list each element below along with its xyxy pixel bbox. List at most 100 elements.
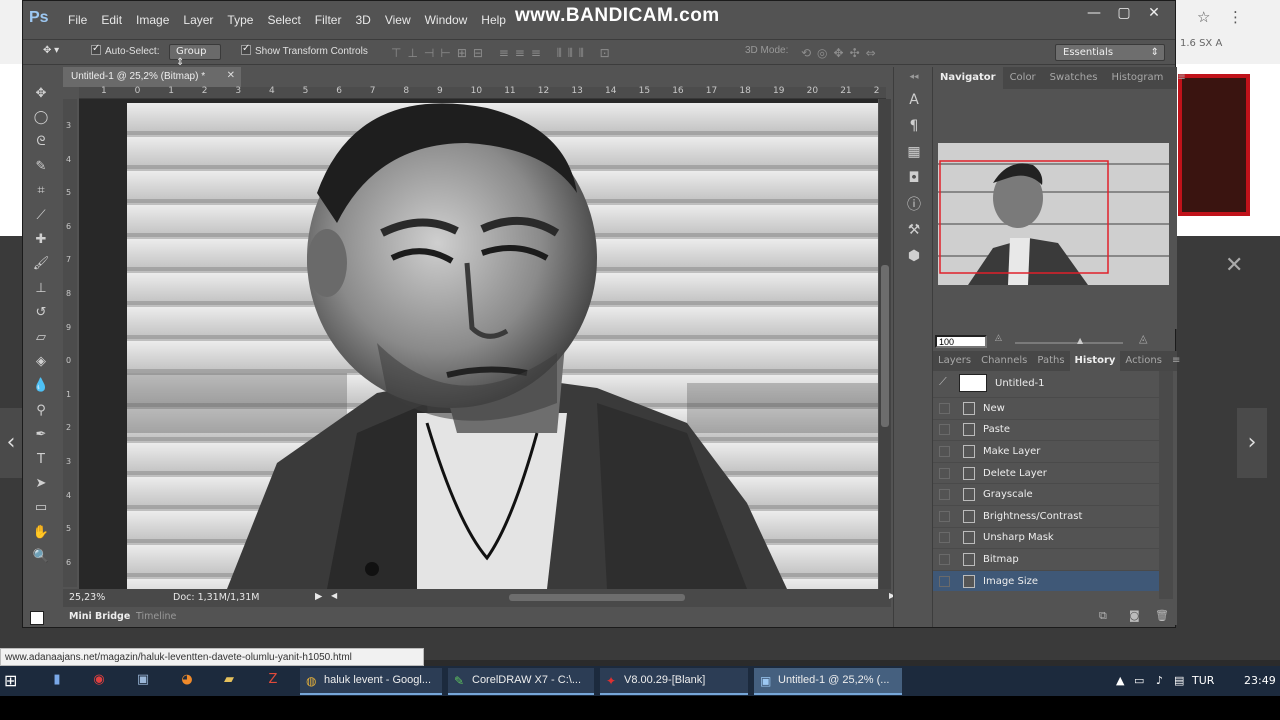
move-tool-preset-icon[interactable]: ✥ ▾	[43, 45, 59, 56]
document-photo[interactable]	[127, 103, 878, 589]
eraser-tool-icon[interactable]: ▱	[26, 325, 56, 349]
brush-tool-icon[interactable]: 🖌	[26, 252, 56, 276]
minimize-icon[interactable]: —	[1079, 5, 1109, 21]
taskbar-photoshop-window[interactable]: ▣ Untitled-1 @ 25,2% (...	[754, 668, 902, 695]
brush-presets-icon[interactable]: ▦	[894, 139, 934, 165]
status-menu-arrow-icon[interactable]: ▶	[315, 591, 322, 602]
folder-icon[interactable]: ▰	[220, 672, 238, 690]
scrollbar-thumb[interactable]	[881, 265, 889, 427]
tab-navigator[interactable]: Navigator	[933, 67, 1003, 89]
clock[interactable]: 23:49	[1244, 674, 1276, 687]
tab-histogram[interactable]: Histogram	[1104, 67, 1170, 89]
tab-layers[interactable]: Layers	[933, 351, 976, 371]
horizontal-scrollbar-thumb[interactable]	[509, 594, 685, 601]
tab-channels[interactable]: Channels	[976, 351, 1032, 371]
close-document-icon[interactable]: ✕	[227, 70, 235, 81]
language-indicator[interactable]: TUR	[1192, 674, 1214, 687]
menu-file[interactable]: File	[68, 13, 87, 27]
close-icon[interactable]: ✕	[1139, 5, 1169, 21]
history-state[interactable]: New	[933, 397, 1159, 419]
eyedropper-tool-icon[interactable]: ⟋	[26, 203, 56, 227]
foreground-color-swatch[interactable]	[30, 611, 44, 625]
menu-layer[interactable]: Layer	[183, 13, 213, 27]
path-selection-tool-icon[interactable]: ➤	[26, 471, 56, 495]
menu-image[interactable]: Image	[136, 13, 169, 27]
trash-icon[interactable]: 🗑	[1155, 609, 1169, 622]
zoom-slider-handle-icon[interactable]: ▲	[1077, 336, 1083, 345]
rectangle-tool-icon[interactable]: ▭	[26, 496, 56, 520]
foxit-icon[interactable]: Z	[264, 672, 282, 690]
menu-edit[interactable]: Edit	[101, 13, 122, 27]
tab-timeline[interactable]: Timeline	[136, 611, 176, 622]
history-state[interactable]: Brightness/Contrast	[933, 504, 1159, 527]
vertical-scrollbar[interactable]	[879, 99, 891, 589]
document-tab[interactable]: Untitled-1 @ 25,2% (Bitmap) * ✕	[63, 67, 241, 87]
collapse-icon[interactable]: ◂◂	[894, 67, 934, 87]
history-state[interactable]: Grayscale	[933, 483, 1159, 505]
firefox-icon[interactable]: ◕	[178, 672, 196, 690]
paint-bucket-tool-icon[interactable]: ◈	[26, 349, 56, 373]
hand-tool-icon[interactable]: ✋	[26, 520, 56, 544]
tab-mini-bridge[interactable]: Mini Bridge	[69, 611, 130, 622]
state-checkbox[interactable]	[939, 424, 950, 436]
state-checkbox[interactable]	[939, 445, 950, 457]
tab-paths[interactable]: Paths	[1032, 351, 1069, 371]
keyboard-icon[interactable]: ▤	[1174, 674, 1184, 687]
navigator-preview[interactable]	[938, 143, 1169, 285]
file-icon[interactable]: ▮	[48, 672, 66, 690]
zoom-level[interactable]: 25,23%	[69, 592, 105, 603]
taskbar-coreldraw-window[interactable]: ✎ CorelDRAW X7 - C:\...	[448, 668, 594, 695]
menu-window[interactable]: Window	[425, 13, 468, 27]
monitor-icon[interactable]: ▣	[134, 672, 152, 690]
menu-help[interactable]: Help	[481, 13, 506, 27]
panel-menu-icon[interactable]: ≡	[1167, 351, 1185, 371]
scroll-left-icon[interactable]: ◀	[331, 591, 337, 600]
network-icon[interactable]: ▭	[1134, 674, 1144, 687]
quick-select-tool-icon[interactable]: ✎	[26, 154, 56, 178]
state-checkbox[interactable]	[939, 532, 950, 544]
blur-tool-icon[interactable]: 💧	[26, 374, 56, 398]
info-panel-icon[interactable]: ⓘ	[894, 191, 934, 217]
auto-select-checkbox[interactable]: Auto-Select:	[91, 43, 159, 57]
history-state[interactable]: Delete Layer	[933, 461, 1159, 484]
bookmark-star-icon[interactable]: ☆	[1197, 8, 1215, 26]
taskbar-v8-window[interactable]: ✦ V8.00.29-[Blank]	[600, 668, 748, 695]
state-checkbox[interactable]	[939, 510, 950, 522]
lasso-tool-icon[interactable]: ᘓ	[26, 130, 56, 154]
camera-app-icon[interactable]: ◉	[90, 672, 108, 690]
paragraph-panel-icon[interactable]: ¶	[894, 113, 934, 139]
history-state[interactable]: Make Layer	[933, 440, 1159, 462]
history-brush-source-icon[interactable]: ⟋	[939, 375, 947, 389]
state-checkbox[interactable]	[939, 553, 950, 565]
marquee-tool-icon[interactable]: ◯	[26, 105, 56, 129]
tool-presets-icon[interactable]: ⚒	[894, 217, 934, 243]
state-checkbox[interactable]	[939, 575, 950, 587]
character-panel-icon[interactable]: A	[894, 87, 934, 113]
zoom-in-icon[interactable]: ◬	[1139, 332, 1147, 345]
maximize-icon[interactable]: ▢	[1109, 5, 1139, 21]
browser-menu-icon[interactable]: ⋮	[1228, 8, 1243, 26]
3d-mode-icons[interactable]: ⟲◎✥✣⇔	[801, 46, 882, 60]
tab-swatches[interactable]: Swatches	[1043, 67, 1105, 89]
canvas-area[interactable]	[79, 99, 878, 589]
healing-brush-tool-icon[interactable]: ✚	[26, 227, 56, 251]
horizontal-ruler[interactable]: 1 0 1 2 3 4 5 6 7 8 9 10 11 12 13 14 15 16 17 18 19 20 21 2	[79, 86, 886, 99]
menu-view[interactable]: View	[385, 13, 411, 27]
lightbox-next-icon[interactable]: ›	[1237, 408, 1267, 478]
navigator-zoom-input[interactable]	[935, 335, 987, 348]
show-transform-checkbox[interactable]: Show Transform Controls	[241, 43, 368, 57]
align-icons[interactable]: ⊤⊥⊣⊢⊞⊟ ≡≡≡ ⫴⫴⫴ ⊡	[391, 46, 616, 61]
history-state[interactable]: Paste	[933, 418, 1159, 441]
zoom-out-icon[interactable]: ◬	[995, 333, 1002, 343]
workspace-dropdown[interactable]: Essentials ⇕	[1055, 44, 1165, 61]
move-tool-icon[interactable]: ✥	[26, 81, 56, 105]
taskbar-chrome-window[interactable]: ◍ haluk levent - Googl...	[300, 668, 442, 695]
menu-select[interactable]: Select	[267, 13, 300, 27]
volume-icon[interactable]: ♪	[1156, 674, 1163, 687]
lightbox-prev-icon[interactable]: ‹	[0, 408, 22, 478]
menu-3d[interactable]: 3D	[355, 13, 370, 27]
clone-stamp-tool-icon[interactable]: ⊥	[26, 276, 56, 300]
history-scrollbar[interactable]	[1159, 371, 1173, 599]
lightbox-close-icon[interactable]: ✕	[1225, 253, 1243, 278]
history-brush-tool-icon[interactable]: ↺	[26, 301, 56, 325]
